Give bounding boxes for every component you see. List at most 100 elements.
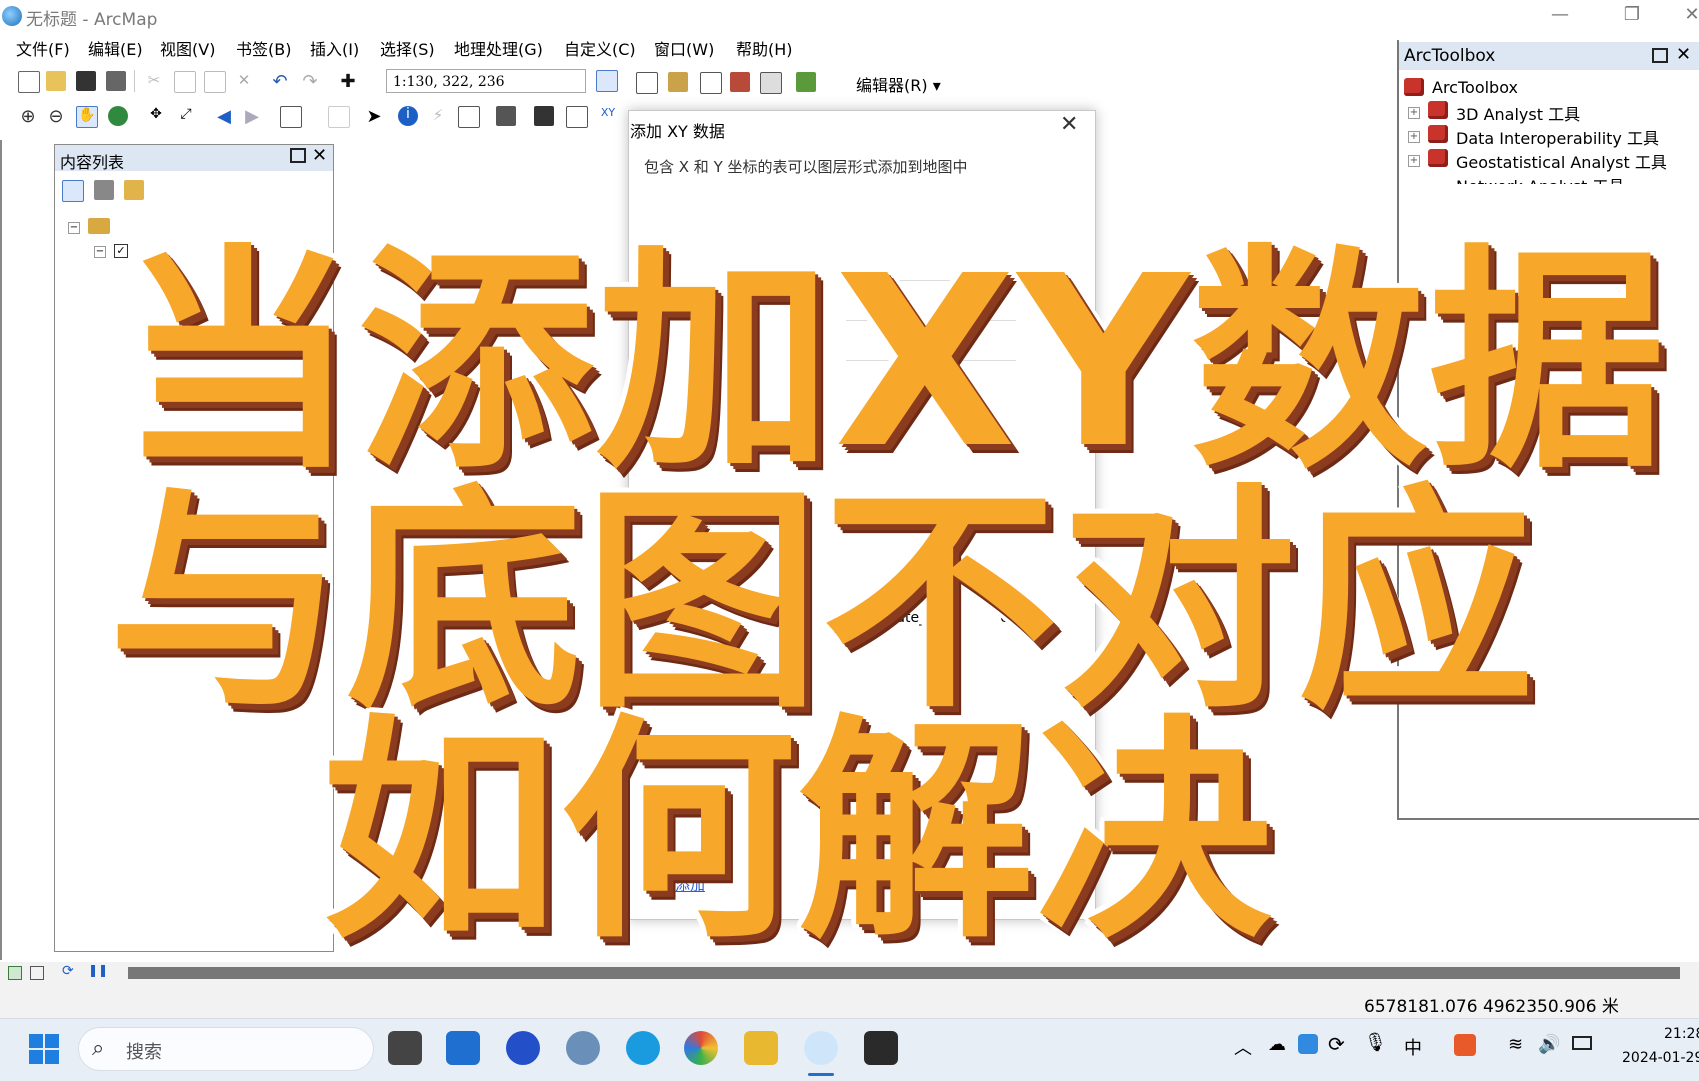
defender-icon[interactable] (506, 1031, 540, 1065)
full-extent-icon[interactable] (108, 106, 128, 126)
forward-extent-icon[interactable]: ▶ (242, 106, 262, 127)
map-display-border (0, 140, 2, 960)
layout-view-icon[interactable] (30, 966, 44, 980)
menu-insert[interactable]: 插入(I) (310, 36, 359, 60)
toc-maximize-icon[interactable] (290, 148, 306, 163)
html-popup-icon[interactable] (458, 106, 480, 128)
editor-menu-button[interactable]: 编辑器(R) ▾ (856, 72, 941, 96)
file-explorer-icon[interactable] (744, 1031, 778, 1065)
menu-geoprocessing[interactable]: 地理处理(G) (454, 36, 543, 60)
find-route-icon[interactable] (566, 106, 588, 128)
arctoolbox-maximize-icon[interactable] (1652, 48, 1668, 63)
delete-icon[interactable]: ✕ (234, 71, 254, 91)
dialog-title: 添加 XY 数据 (630, 122, 725, 141)
restore-button[interactable]: ❐ (1612, 2, 1652, 28)
data-view-icon[interactable] (8, 966, 22, 980)
arcmap-taskbar-icon[interactable] (804, 1031, 838, 1065)
clear-selection-icon[interactable] (328, 106, 350, 128)
zoom-out-icon[interactable]: ⊖ (46, 106, 66, 127)
menu-bar: 文件(F) 编辑(E) 视图(V) 书签(B) 插入(I) 选择(S) 地理处理… (0, 36, 860, 62)
battery-icon[interactable] (1572, 1036, 1592, 1050)
input-method-icon[interactable]: 中 (1404, 1034, 1422, 1060)
select-features-icon[interactable] (280, 106, 302, 128)
sync-icon[interactable]: ⟳ (1328, 1032, 1345, 1056)
menu-customize[interactable]: 自定义(C) (564, 36, 636, 60)
search-window-icon[interactable] (700, 72, 722, 94)
toc-window-icon[interactable] (636, 72, 658, 94)
list-by-drawing-order-icon[interactable] (62, 180, 84, 202)
toolbox-data-interoperability[interactable]: Data Interoperability 工具 (1456, 125, 1659, 149)
menu-view[interactable]: 视图(V) (160, 36, 215, 60)
python-window-icon[interactable] (760, 72, 782, 94)
camera-app-icon[interactable] (864, 1031, 898, 1065)
catalog-window-icon[interactable] (668, 72, 688, 92)
task-view-icon[interactable] (388, 1031, 422, 1065)
back-extent-icon[interactable]: ◀ (214, 106, 234, 127)
edge-browser-icon[interactable] (626, 1031, 660, 1065)
dialog-close-icon[interactable]: ✕ (1060, 112, 1078, 137)
copy-icon[interactable] (174, 71, 196, 93)
arctoolbox-window-icon[interactable] (730, 72, 750, 92)
microphone-icon[interactable]: 🎙 (1364, 1032, 1387, 1053)
close-button[interactable]: ✕ (1672, 2, 1699, 28)
widgets-icon[interactable] (446, 1031, 480, 1065)
toolbox-3d-analyst[interactable]: 3D Analyst 工具 (1456, 101, 1580, 125)
redo-icon[interactable]: ↷ (300, 71, 320, 92)
layer-collapse-icon[interactable]: − (94, 246, 106, 258)
menu-help[interactable]: 帮助(H) (736, 36, 793, 60)
menu-bookmarks[interactable]: 书签(B) (236, 36, 291, 60)
measure-icon[interactable] (496, 106, 516, 126)
save-icon[interactable] (76, 71, 96, 91)
go-to-xy-icon[interactable]: XY (598, 106, 618, 126)
layers-icon (88, 218, 110, 234)
toolbox-icon (1428, 125, 1448, 143)
title-bar (0, 0, 1699, 32)
colorful-app-icon[interactable] (684, 1031, 718, 1065)
volume-icon[interactable]: 🔊 (1538, 1034, 1560, 1055)
wifi-icon[interactable]: ≋ (1508, 1034, 1523, 1055)
cut-icon[interactable]: ✂ (144, 71, 164, 91)
layers-collapse-icon[interactable]: − (68, 222, 80, 234)
expand-icon[interactable]: + (1408, 131, 1420, 143)
menu-windows[interactable]: 窗口(W) (654, 36, 714, 60)
new-document-icon[interactable] (18, 71, 40, 93)
modelbuilder-icon[interactable] (796, 72, 816, 92)
toc-close-icon[interactable]: ✕ (312, 145, 327, 166)
zoom-in-icon[interactable]: ⊕ (18, 106, 38, 127)
add-data-icon[interactable]: ✚ (338, 71, 358, 92)
expand-icon[interactable]: + (1408, 155, 1420, 167)
print-icon[interactable] (106, 71, 126, 91)
select-elements-icon[interactable]: ➤ (364, 106, 384, 127)
map-scale-combobox[interactable]: 1:130, 322, 236 (386, 69, 586, 93)
editor-toolbar-icon[interactable] (596, 70, 618, 92)
fixed-zoom-out-icon[interactable]: ⤢ (176, 106, 196, 126)
fixed-zoom-in-icon[interactable]: ✥ (146, 106, 166, 126)
open-folder-icon[interactable] (46, 71, 66, 91)
find-icon[interactable] (534, 106, 554, 126)
tray-app-icon[interactable] (1298, 1034, 1318, 1054)
refresh-icon[interactable]: ⟳ (62, 963, 74, 979)
menu-selection[interactable]: 选择(S) (380, 36, 435, 60)
windows-start-icon[interactable] (28, 1033, 60, 1065)
menu-edit[interactable]: 编辑(E) (88, 36, 143, 60)
arctoolbox-close-icon[interactable]: ✕ (1676, 44, 1691, 65)
paste-icon[interactable] (204, 71, 226, 93)
pan-icon[interactable]: ✋ (76, 106, 98, 128)
pause-drawing-icon[interactable]: ❚❚ (88, 963, 108, 977)
list-by-source-icon[interactable] (94, 180, 114, 200)
math-app-icon[interactable] (566, 1031, 600, 1065)
onedrive-icon[interactable]: ☁ (1268, 1034, 1286, 1055)
sogou-ime-icon[interactable] (1454, 1034, 1476, 1056)
tray-chevron-icon[interactable]: ︿ (1234, 1034, 1252, 1060)
taskbar-search-input[interactable] (78, 1027, 374, 1071)
toc-title: 内容列表 (60, 153, 125, 172)
identify-icon[interactable]: i (398, 106, 418, 126)
toolbox-root[interactable]: ArcToolbox (1432, 78, 1518, 97)
clock-time[interactable]: 21:28 (1664, 1026, 1699, 1042)
expand-icon[interactable]: + (1408, 107, 1420, 119)
minimize-button[interactable]: — (1540, 2, 1580, 28)
clock-date[interactable]: 2024-01-29 (1622, 1050, 1699, 1066)
menu-file[interactable]: 文件(F) (16, 36, 70, 60)
hyperlink-icon[interactable]: ⚡ (428, 106, 448, 126)
undo-icon[interactable]: ↶ (270, 71, 290, 92)
